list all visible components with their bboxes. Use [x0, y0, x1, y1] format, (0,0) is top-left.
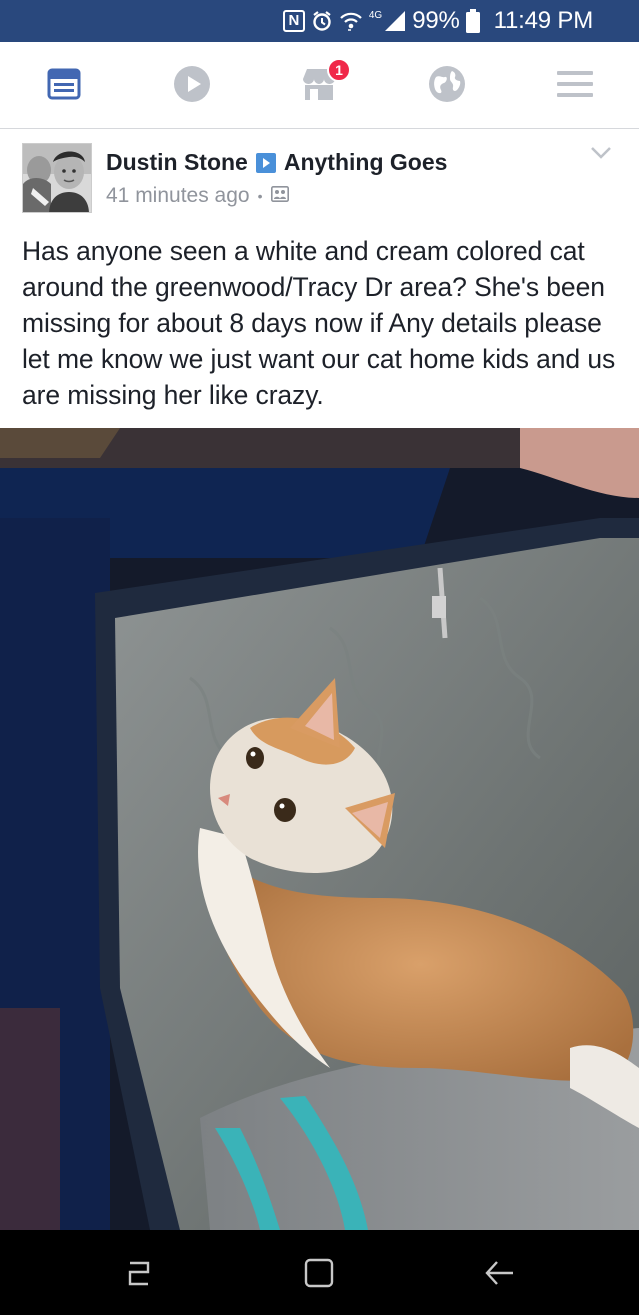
tab-marketplace[interactable]: 1: [299, 58, 351, 104]
post-options-chevron-icon[interactable]: [589, 145, 613, 161]
post-author-line: Dustin Stone Anything Goes: [106, 149, 447, 176]
alarm-icon: [311, 10, 333, 32]
hamburger-icon: [557, 71, 593, 97]
post-photo[interactable]: [0, 428, 639, 1230]
back-icon: [485, 1261, 513, 1285]
shared-to-arrow-icon: [255, 152, 276, 173]
home-button[interactable]: [302, 1256, 336, 1290]
tab-menu[interactable]: [555, 64, 595, 104]
cat-in-suitcase-photo: [0, 428, 639, 1230]
news-feed-icon: [47, 68, 81, 100]
status-bar: N 4G 99% 11:49 PM: [0, 0, 639, 42]
post-timestamp[interactable]: 41 minutes ago: [106, 184, 250, 208]
avatar[interactable]: [22, 143, 92, 213]
system-nav-bar: [0, 1230, 639, 1315]
tab-news-feed[interactable]: [44, 64, 84, 104]
recent-apps-button[interactable]: [122, 1256, 156, 1290]
recent-apps-icon: [128, 1261, 150, 1286]
wifi-icon: [339, 10, 363, 32]
home-icon: [304, 1258, 334, 1288]
play-icon: [174, 66, 210, 102]
battery-percent: 99%: [412, 7, 460, 34]
post-header: Dustin Stone Anything Goes 41 minutes ag…: [0, 129, 639, 225]
tab-notifications[interactable]: [427, 64, 467, 104]
post-meta: 41 minutes ago •: [106, 184, 289, 208]
battery-icon: [465, 9, 480, 33]
tab-bar: 1: [0, 42, 639, 129]
group-icon: [270, 184, 289, 208]
author-name[interactable]: Dustin Stone: [106, 149, 248, 176]
back-button[interactable]: [482, 1256, 516, 1290]
clock: 11:49 PM: [493, 7, 594, 34]
meta-separator: •: [257, 188, 263, 204]
globe-icon: [429, 66, 465, 102]
nfc-icon: N: [282, 10, 305, 32]
tab-video[interactable]: [172, 64, 212, 104]
notification-badge: 1: [327, 58, 351, 82]
signal-icon: [384, 10, 406, 32]
post-text: Has anyone seen a white and cream colore…: [22, 236, 616, 410]
status-icons: N 4G 99% 11:49 PM: [282, 0, 594, 42]
network-label: 4G: [368, 9, 383, 21]
group-name[interactable]: Anything Goes: [284, 149, 448, 176]
